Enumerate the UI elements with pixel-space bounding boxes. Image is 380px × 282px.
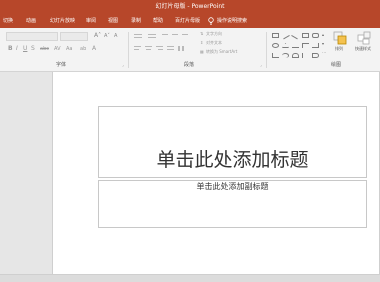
align-center-icon[interactable] bbox=[145, 46, 152, 47]
group-label-paragraph: 段落 bbox=[184, 62, 195, 68]
clear-format-icon[interactable]: A bbox=[114, 33, 117, 39]
tab-record[interactable]: 录制 bbox=[131, 17, 141, 25]
arrange-button[interactable]: 排列 bbox=[335, 46, 343, 52]
italic-icon[interactable]: I bbox=[16, 46, 18, 52]
shape-line-diagonal[interactable] bbox=[291, 31, 300, 40]
ribbon: A˄ A˅ A B I U S abc AV Aa ab A 字体 ⌟ ⇅ 文字… bbox=[0, 28, 380, 72]
bullets-icon[interactable] bbox=[134, 34, 142, 35]
tab-transitions[interactable]: 切换 bbox=[3, 17, 13, 25]
font-dialog-launcher-icon[interactable]: ⌟ bbox=[122, 62, 124, 68]
shape-line[interactable] bbox=[281, 31, 290, 40]
shape-star[interactable] bbox=[312, 53, 319, 58]
justify-icon[interactable] bbox=[167, 46, 174, 47]
shape-curve[interactable] bbox=[302, 53, 309, 58]
tab-review[interactable]: 审阅 bbox=[86, 17, 96, 25]
paragraph-dialog-launcher-icon[interactable]: ⌟ bbox=[260, 62, 262, 68]
shape-brace[interactable] bbox=[292, 53, 299, 58]
text-direction-button[interactable]: 文字方向 bbox=[206, 31, 222, 37]
gallery-up-icon[interactable]: ▴ bbox=[322, 32, 324, 38]
group-label-font: 字体 bbox=[56, 62, 67, 68]
change-case-icon[interactable]: Aa bbox=[66, 46, 72, 52]
quick-styles-button[interactable]: 快速样式 bbox=[355, 46, 371, 52]
shadow-icon[interactable]: S bbox=[31, 46, 35, 52]
decrease-font-icon[interactable]: A˅ bbox=[104, 33, 110, 39]
tab-help[interactable]: 帮助 bbox=[153, 17, 163, 25]
align-right-icon[interactable] bbox=[156, 46, 163, 47]
tab-slide-master[interactable]: 百灯片母版 bbox=[175, 17, 200, 25]
shape-rectangle[interactable] bbox=[302, 33, 309, 38]
title-placeholder-text: 单击此处添加标题 bbox=[156, 149, 309, 171]
shape-arrow[interactable] bbox=[312, 43, 319, 48]
align-left-icon[interactable] bbox=[134, 46, 141, 47]
tab-animations[interactable]: 动画 bbox=[26, 17, 36, 25]
align-text-icon: ⇕ bbox=[200, 40, 204, 45]
convert-smartart-button[interactable]: 转换为 SmartArt bbox=[206, 49, 237, 55]
strikethrough-icon[interactable]: abc bbox=[40, 46, 49, 52]
subtitle-placeholder-text: 单击此处添加副标题 bbox=[196, 182, 269, 191]
font-size-dropdown[interactable] bbox=[60, 32, 88, 41]
smartart-icon: ▦ bbox=[200, 49, 204, 54]
numbering-icon[interactable] bbox=[148, 34, 156, 35]
columns-icon[interactable] bbox=[178, 46, 180, 51]
quick-styles-icon[interactable] bbox=[357, 31, 371, 45]
tab-slide-show[interactable]: 幻灯片放映 bbox=[50, 17, 75, 25]
gallery-down-icon[interactable]: ▾ bbox=[322, 41, 324, 47]
decrease-indent-icon[interactable] bbox=[162, 34, 168, 35]
font-color-icon[interactable]: A bbox=[92, 46, 96, 52]
group-label-drawing: 绘图 bbox=[331, 62, 342, 68]
slide-workspace: 单击此处添加标题 单击此处添加副标题 bbox=[0, 72, 380, 274]
status-bar bbox=[0, 274, 380, 282]
increase-indent-icon[interactable] bbox=[172, 34, 178, 35]
subtitle-placeholder[interactable]: 单击此处添加副标题 bbox=[98, 180, 367, 228]
bold-icon[interactable]: B bbox=[8, 46, 13, 52]
character-spacing-icon[interactable]: AV bbox=[54, 46, 61, 52]
underline-icon[interactable]: U bbox=[23, 46, 27, 52]
shape-arc[interactable] bbox=[282, 53, 289, 58]
group-separator bbox=[266, 32, 267, 68]
shape-textbox[interactable] bbox=[272, 33, 279, 38]
shape-triangle[interactable] bbox=[282, 43, 289, 48]
tab-view[interactable]: 视图 bbox=[108, 17, 118, 25]
menu-bar: 切换 动画 幻灯片放映 审阅 视图 录制 帮助 百灯片母版 操作说明搜索 bbox=[0, 14, 380, 28]
text-direction-icon: ⇅ bbox=[200, 31, 204, 36]
highlight-icon[interactable]: ab bbox=[80, 46, 86, 52]
lightbulb-icon bbox=[208, 17, 214, 25]
shape-connector[interactable] bbox=[292, 43, 299, 48]
font-family-dropdown[interactable] bbox=[6, 32, 58, 41]
shape-rounded-rect[interactable] bbox=[312, 33, 319, 38]
group-separator bbox=[128, 32, 129, 68]
line-spacing-icon[interactable] bbox=[182, 34, 188, 35]
increase-font-icon[interactable]: A˄ bbox=[94, 33, 101, 39]
title-bar: 幻灯片母版 - PowerPoint bbox=[0, 0, 380, 14]
tell-me-search[interactable]: 操作说明搜索 bbox=[217, 17, 247, 25]
gallery-more-icon[interactable]: ⋯ bbox=[322, 50, 326, 56]
window-title: 幻灯片母版 - PowerPoint bbox=[155, 3, 225, 10]
shape-elbow[interactable] bbox=[302, 43, 309, 48]
arrange-icon[interactable] bbox=[333, 31, 347, 45]
align-text-button[interactable]: 对齐文本 bbox=[206, 40, 222, 46]
shape-bracket[interactable] bbox=[272, 53, 279, 58]
shape-oval[interactable] bbox=[272, 43, 279, 48]
slide-canvas[interactable]: 单击此处添加标题 单击此处添加副标题 bbox=[52, 72, 380, 274]
title-placeholder[interactable]: 单击此处添加标题 bbox=[98, 106, 367, 178]
